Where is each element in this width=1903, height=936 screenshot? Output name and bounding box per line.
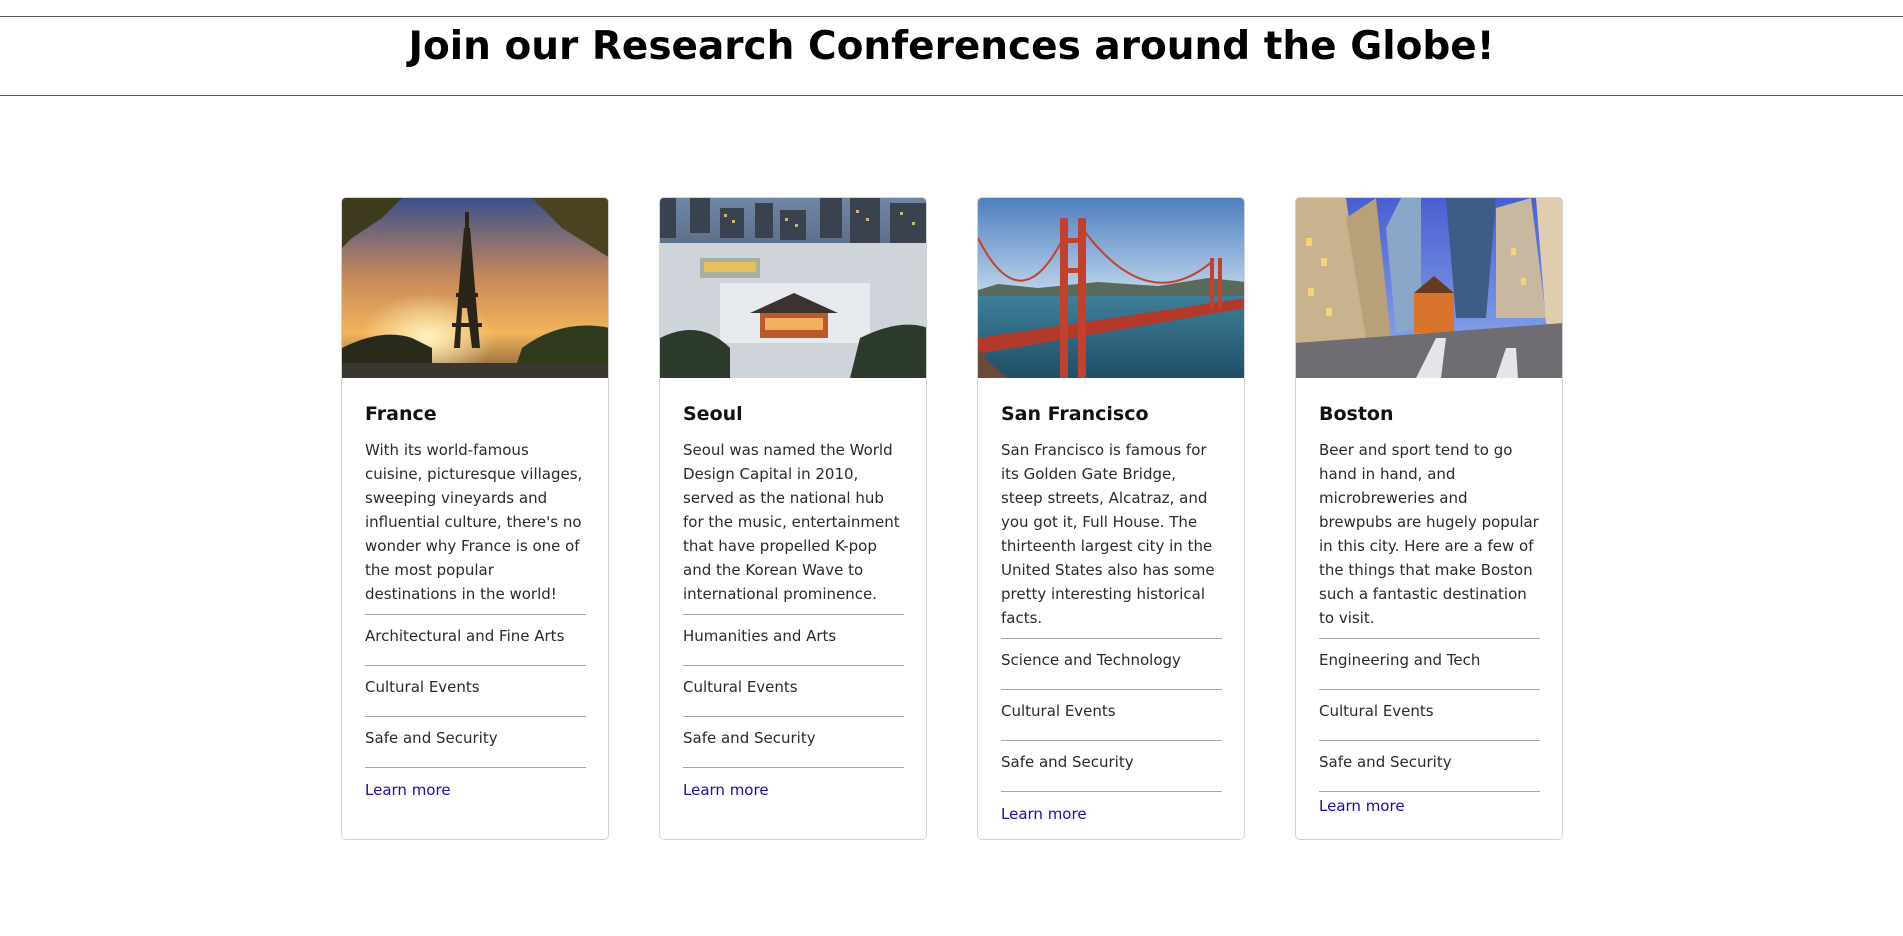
card-description: Seoul was named the World Design Capital…: [683, 441, 900, 603]
list-item: Science and Technology: [1001, 639, 1222, 690]
learn-more-link[interactable]: Learn more: [1319, 796, 1405, 816]
topic-list: Architectural and Fine Arts Cultural Eve…: [365, 614, 586, 768]
boston-street-photo: [1296, 198, 1562, 378]
list-item: Architectural and Fine Arts: [365, 615, 586, 666]
list-item: Humanities and Arts: [683, 615, 904, 666]
list-item: Cultural Events: [1001, 690, 1222, 741]
header-rule-bottom: [0, 95, 1903, 96]
header-rule-top: [0, 16, 1903, 17]
learn-more-link[interactable]: Learn more: [683, 780, 769, 800]
card-title: Seoul: [683, 403, 743, 425]
list-item: Cultural Events: [1319, 690, 1540, 741]
learn-more-link[interactable]: Learn more: [365, 780, 451, 800]
page-title: Join our Research Conferences around the…: [408, 24, 1495, 69]
card-title: France: [365, 403, 437, 425]
list-item: Cultural Events: [683, 666, 904, 717]
card-title: Boston: [1319, 403, 1394, 425]
topic-list: Science and Technology Cultural Events S…: [1001, 638, 1222, 792]
card-grid: France With its world-famous cuisine, pi…: [341, 197, 1567, 842]
topic-list: Engineering and Tech Cultural Events Saf…: [1319, 638, 1540, 792]
list-item: Safe and Security: [1001, 741, 1222, 792]
card-description: San Francisco is famous for its Golden G…: [1001, 441, 1215, 627]
card-body: Boston Beer and sport tend to go hand in…: [1319, 378, 1540, 816]
card-san-francisco: San Francisco San Francisco is famous fo…: [977, 197, 1245, 840]
list-item: Safe and Security: [683, 717, 904, 768]
list-item: Safe and Security: [365, 717, 586, 768]
topic-list: Humanities and Arts Cultural Events Safe…: [683, 614, 904, 768]
card-body: Seoul Seoul was named the World Design C…: [683, 378, 904, 800]
card-body: San Francisco San Francisco is famous fo…: [1001, 378, 1222, 824]
card-seoul: Seoul Seoul was named the World Design C…: [659, 197, 927, 840]
list-item: Engineering and Tech: [1319, 639, 1540, 690]
list-item: Safe and Security: [1319, 741, 1540, 792]
card-body: France With its world-famous cuisine, pi…: [365, 378, 586, 800]
golden-gate-bridge-photo: [978, 198, 1244, 378]
seoul-palace-photo: [660, 198, 926, 378]
list-item: Cultural Events: [365, 666, 586, 717]
card-boston: Boston Beer and sport tend to go hand in…: [1295, 197, 1563, 840]
card-description: With its world-famous cuisine, picturesq…: [365, 441, 583, 603]
learn-more-link[interactable]: Learn more: [1001, 804, 1087, 824]
eiffel-tower-photo: [342, 198, 608, 378]
card-france: France With its world-famous cuisine, pi…: [341, 197, 609, 840]
card-description: Beer and sport tend to go hand in hand, …: [1319, 441, 1539, 627]
card-title: San Francisco: [1001, 403, 1149, 425]
